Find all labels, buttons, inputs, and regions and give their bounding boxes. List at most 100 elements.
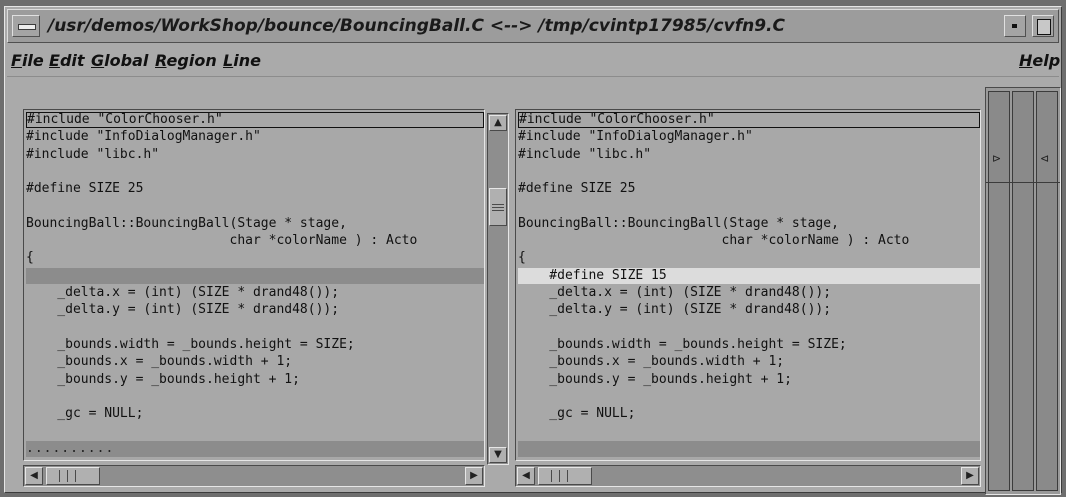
grip-line: [67, 470, 68, 482]
code-line[interactable]: {: [518, 250, 980, 266]
diff-window: /usr/demos/WorkShop/bounce/BouncingBall.…: [4, 6, 1062, 495]
code-line[interactable]: _delta.x = (int) (SIZE * drand48());: [518, 285, 980, 301]
truncation-dots: ..........: [26, 440, 115, 456]
grip-line: [59, 470, 60, 482]
right-code-view[interactable]: #include "ColorChooser.h" #include "InfoD…: [518, 112, 980, 460]
code-line[interactable]: [518, 199, 980, 215]
scroll-down-icon[interactable]: ▼: [489, 447, 507, 463]
code-line[interactable]: _delta.y = (int) (SIZE * drand48());: [26, 302, 484, 318]
grip-line: [492, 210, 504, 211]
code-line[interactable]: [26, 423, 484, 439]
code-line[interactable]: BouncingBall::BouncingBall(Stage * stage…: [518, 216, 980, 232]
right-file-pane[interactable]: #include "ColorChooser.h" #include "InfoD…: [515, 109, 981, 461]
code-line[interactable]: #include "ColorChooser.h": [518, 112, 980, 128]
code-line[interactable]: [518, 440, 980, 457]
code-line[interactable]: BouncingBall::BouncingBall(Stage * stage…: [26, 216, 484, 232]
overview-right-column[interactable]: [1036, 91, 1058, 491]
left-horizontal-scroll-thumb[interactable]: [46, 467, 100, 485]
code-line[interactable]: _bounds.x = _bounds.width + 1;: [26, 354, 484, 370]
scroll-left-icon[interactable]: ◀: [25, 467, 43, 485]
menu-file[interactable]: File: [11, 51, 44, 70]
menu-global-label: lobal: [104, 51, 149, 70]
window-menu-button[interactable]: [12, 15, 40, 37]
code-line[interactable]: #define SIZE 15: [518, 267, 980, 284]
right-horizontal-scroll-thumb[interactable]: [538, 467, 592, 485]
grip-line: [551, 470, 552, 482]
code-line[interactable]: [26, 199, 484, 215]
code-line[interactable]: _gc = NULL;: [518, 406, 980, 422]
code-line[interactable]: #include "InfoDialogManager.h": [26, 129, 484, 145]
menu-file-label: ile: [21, 51, 44, 70]
code-line[interactable]: _delta.y = (int) (SIZE * drand48());: [518, 302, 980, 318]
overview-right-arrow-icon[interactable]: ⊳: [992, 152, 1001, 165]
diff-overview[interactable]: ⊳ ⊲: [985, 87, 1061, 495]
code-line[interactable]: _bounds.x = _bounds.width + 1;: [518, 354, 980, 370]
code-line[interactable]: #include "libc.h": [518, 147, 980, 163]
minimize-button[interactable]: [1004, 15, 1026, 37]
scroll-right-icon[interactable]: ▶: [465, 467, 483, 485]
grip-line: [492, 207, 504, 208]
scroll-up-icon[interactable]: ▲: [489, 115, 507, 131]
left-code-view[interactable]: #include "ColorChooser.h" #include "InfoD…: [26, 112, 484, 460]
code-line[interactable]: [518, 320, 980, 336]
code-line[interactable]: [26, 164, 484, 180]
code-line[interactable]: #define SIZE 25: [518, 181, 980, 197]
window-title: /usr/demos/WorkShop/bounce/BouncingBall.…: [48, 16, 785, 36]
menu-help-label: elp: [1032, 51, 1061, 70]
vertical-scroll-thumb[interactable]: [489, 188, 507, 226]
code-line[interactable]: _gc = NULL;: [26, 406, 484, 422]
overview-left-column[interactable]: [988, 91, 1010, 491]
code-line[interactable]: {: [26, 250, 484, 266]
window-menu-icon: [18, 24, 36, 30]
grip-line: [75, 470, 76, 482]
code-line[interactable]: _bounds.width = _bounds.height = SIZE;: [26, 337, 484, 353]
menu-bar: File Edit Global Region Line Help: [7, 45, 1060, 77]
menu-help-mnemonic: H: [1019, 51, 1033, 70]
menu-file-mnemonic: F: [11, 51, 22, 70]
scroll-right-icon[interactable]: ▶: [961, 467, 979, 485]
code-line[interactable]: char *colorName ) : Acto: [518, 233, 980, 249]
code-line[interactable]: [518, 164, 980, 180]
menu-region[interactable]: Region: [155, 51, 217, 70]
code-line[interactable]: _bounds.y = _bounds.height + 1;: [26, 372, 484, 388]
code-line[interactable]: [518, 423, 980, 439]
code-line[interactable]: _bounds.width = _bounds.height = SIZE;: [518, 337, 980, 353]
maximize-icon: [1037, 19, 1051, 35]
menu-region-mnemonic: R: [155, 51, 167, 70]
grip-line: [559, 470, 560, 482]
menu-region-label: egion: [166, 51, 217, 70]
code-line[interactable]: ..........: [26, 440, 484, 457]
code-line[interactable]: [26, 320, 484, 336]
grip-line: [492, 204, 504, 205]
maximize-button[interactable]: [1032, 15, 1054, 37]
grip-line: [567, 470, 568, 482]
menu-line-label: ine: [233, 51, 261, 70]
code-line[interactable]: char *colorName ) : Acto: [26, 233, 484, 249]
code-line[interactable]: #include "InfoDialogManager.h": [518, 129, 980, 145]
scroll-left-icon[interactable]: ◀: [517, 467, 535, 485]
code-line[interactable]: _bounds.y = _bounds.height + 1;: [518, 372, 980, 388]
code-line[interactable]: _delta.x = (int) (SIZE * drand48());: [26, 285, 484, 301]
right-horizontal-scrollbar[interactable]: ◀ ▶: [515, 465, 981, 487]
overview-marker-line: [986, 182, 1060, 183]
toolbar-spacer: [7, 77, 981, 99]
menu-edit[interactable]: Edit: [49, 51, 85, 70]
menu-line-mnemonic: L: [223, 51, 234, 70]
vertical-scrollbar[interactable]: ▲ ▼: [487, 113, 509, 465]
code-line[interactable]: #include "ColorChooser.h": [26, 112, 484, 128]
title-bar[interactable]: /usr/demos/WorkShop/bounce/BouncingBall.…: [7, 9, 1059, 43]
menu-edit-mnemonic: E: [49, 51, 60, 70]
menu-help[interactable]: Help: [1019, 51, 1060, 70]
code-line[interactable]: [518, 389, 980, 405]
code-line[interactable]: #include "libc.h": [26, 147, 484, 163]
code-line[interactable]: [26, 267, 484, 284]
menu-line[interactable]: Line: [223, 51, 261, 70]
menu-edit-label: dit: [59, 51, 85, 70]
menu-global[interactable]: Global: [91, 51, 148, 70]
code-line[interactable]: #define SIZE 25: [26, 181, 484, 197]
left-horizontal-scrollbar[interactable]: ◀ ▶: [23, 465, 485, 487]
code-line[interactable]: [26, 389, 484, 405]
overview-left-arrow-icon[interactable]: ⊲: [1040, 152, 1049, 165]
left-file-pane[interactable]: #include "ColorChooser.h" #include "InfoD…: [23, 109, 485, 461]
overview-middle-column[interactable]: [1012, 91, 1034, 491]
